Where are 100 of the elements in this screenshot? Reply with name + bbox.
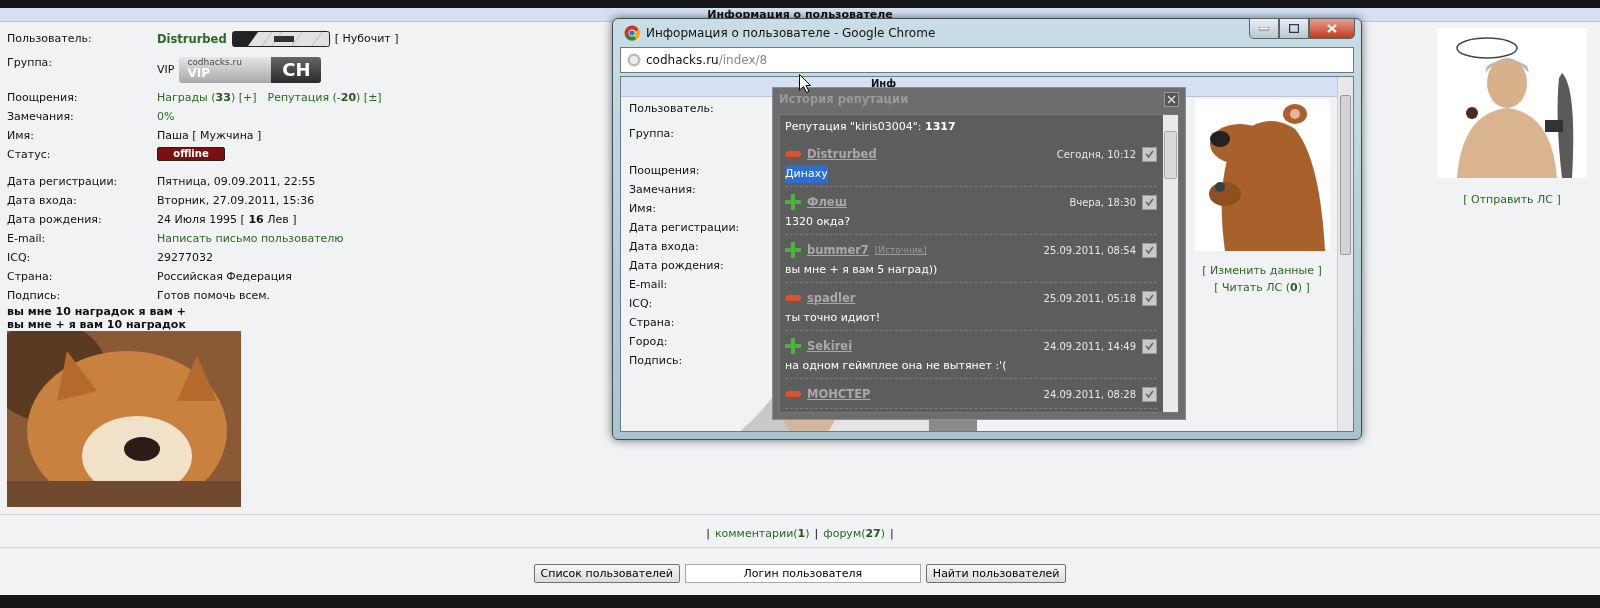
field-value: Вторник, 27.09.2011, 15:36 bbox=[157, 193, 315, 209]
field-label: Замечания: bbox=[629, 182, 696, 198]
comment-text: 1320 окда? bbox=[785, 214, 851, 230]
minus-icon bbox=[785, 391, 801, 397]
field-label: Дата рождения: bbox=[7, 212, 103, 228]
minus-icon bbox=[785, 151, 801, 157]
date-text: 24.09.2011, 14:49 bbox=[1043, 340, 1136, 352]
maximize-icon bbox=[1289, 24, 1299, 33]
separator-text: | bbox=[890, 526, 894, 540]
field-label: Подпись: bbox=[7, 288, 62, 304]
find-users-button[interactable]: Найти пользователей bbox=[925, 564, 1067, 583]
checkbox[interactable] bbox=[1142, 338, 1157, 354]
cursor-icon bbox=[799, 74, 811, 93]
date-text: 25.09.2011, 05:18 bbox=[1043, 292, 1136, 304]
field-label: Пользователь: bbox=[629, 101, 714, 117]
checkbox[interactable] bbox=[1142, 146, 1157, 162]
field-label: Город: bbox=[629, 334, 668, 350]
field-label: Страна: bbox=[7, 269, 54, 285]
profile-link[interactable]: [ Изменить данные ] bbox=[1202, 262, 1322, 279]
close-icon bbox=[1327, 24, 1337, 33]
page-title: Информация о пользователе bbox=[707, 8, 893, 21]
field-value: Готов помочь всем. bbox=[157, 288, 271, 304]
footer-link[interactable]: форум(27) bbox=[823, 526, 886, 540]
footer-link[interactable]: комментарии(1) bbox=[714, 526, 810, 540]
field-label: Поощрения: bbox=[7, 90, 79, 106]
field-label: ICQ: bbox=[7, 250, 32, 266]
signature-text: вы мне 10 наградок я вам + bbox=[7, 305, 186, 318]
badge-label: VIP bbox=[187, 67, 211, 79]
profile-link[interactable]: Написать письмо пользователю bbox=[157, 229, 344, 248]
field-label: Имя: bbox=[629, 201, 656, 217]
check-icon bbox=[1145, 342, 1154, 350]
address-bar[interactable]: codhacks.ru/index/8 bbox=[620, 47, 1354, 73]
reputation-summary: Репутация "kiris03004": 1317 bbox=[785, 119, 957, 135]
profile-link[interactable]: 0% bbox=[157, 107, 175, 126]
status-badge: offline bbox=[157, 147, 225, 161]
page-title: Инф bbox=[871, 78, 897, 89]
checkbox[interactable] bbox=[1142, 242, 1157, 258]
check-icon bbox=[1145, 150, 1154, 158]
separator-text: | bbox=[706, 526, 710, 540]
checkbox[interactable] bbox=[1142, 386, 1157, 402]
field-value: Пятница, 09.09.2011, 22:55 bbox=[157, 174, 316, 190]
badge-caption: codhacks.ru bbox=[187, 56, 243, 68]
close-button[interactable] bbox=[1164, 91, 1179, 107]
minimize-icon bbox=[1259, 26, 1269, 31]
window-title: Информация о пользователе - Google Chrome bbox=[646, 26, 936, 40]
awards-link[interactable]: Награды (33) [+] bbox=[157, 88, 257, 107]
maximize-button[interactable] bbox=[1279, 18, 1309, 39]
browser-logo-icon bbox=[624, 25, 640, 41]
field-label: ICQ: bbox=[629, 296, 653, 312]
reputation-link[interactable]: Репутация (-20) [±] bbox=[267, 88, 382, 107]
signature-text: вы мне + я вам 10 наградок bbox=[7, 318, 186, 331]
comment-text: ты точно идиот! bbox=[785, 310, 881, 326]
date-text: Вчера, 18:30 bbox=[1069, 196, 1136, 208]
profile-link[interactable]: [ Читать ЛС (0) ] bbox=[1214, 279, 1310, 296]
field-value: 24 Июля 1995 [ 16 Лев ] bbox=[157, 212, 297, 228]
field-label: E-mail: bbox=[7, 231, 47, 247]
field-value: Паша [ Мужчина ] bbox=[157, 128, 262, 144]
field-label: Замечания: bbox=[7, 109, 75, 125]
field-label: Группа: bbox=[7, 55, 54, 71]
field-label: Дата входа: bbox=[7, 193, 78, 209]
url-text: codhacks.ru/index/8 bbox=[646, 53, 768, 67]
username: Distrurbed bbox=[157, 31, 227, 48]
field-label: Подпись: bbox=[629, 353, 683, 369]
close-button[interactable] bbox=[1309, 18, 1355, 39]
user-list-button[interactable]: Список пользователей bbox=[533, 564, 680, 583]
comment-text: Динаху bbox=[785, 165, 828, 183]
field-label: Поощрения: bbox=[629, 163, 700, 179]
date-text: 24.09.2011, 08:28 bbox=[1043, 388, 1136, 400]
checkbox[interactable] bbox=[1142, 194, 1157, 210]
field-label: Статус: bbox=[7, 147, 52, 163]
rank-title: [ Нубочит ] bbox=[334, 31, 399, 47]
field-label: Имя: bbox=[7, 128, 35, 144]
comment-text: вы мне + я вам 5 наград)) bbox=[785, 262, 938, 278]
minimize-button[interactable] bbox=[1249, 18, 1279, 39]
globe-icon bbox=[627, 53, 641, 67]
check-icon bbox=[1145, 198, 1154, 206]
scrollbar[interactable] bbox=[1337, 77, 1353, 431]
field-label: Дата входа: bbox=[629, 239, 699, 255]
field-label: Дата регистрации: bbox=[7, 174, 119, 190]
close-icon bbox=[1167, 94, 1176, 104]
check-icon bbox=[1145, 390, 1154, 398]
checkbox[interactable] bbox=[1142, 290, 1157, 306]
group-name: VIP bbox=[157, 62, 175, 78]
plus-icon bbox=[785, 242, 801, 258]
login-field[interactable]: Логин пользователя bbox=[684, 564, 921, 583]
check-icon bbox=[1145, 246, 1154, 254]
field-label: Дата рождения: bbox=[629, 258, 724, 274]
minus-icon bbox=[785, 295, 801, 301]
field-label: Пользователь: bbox=[7, 31, 93, 47]
send-message-link[interactable]: [ Отправить ЛС ] bbox=[1463, 193, 1561, 206]
plus-icon bbox=[785, 194, 801, 210]
field-label: E-mail: bbox=[629, 277, 668, 293]
rank-bar-icon bbox=[231, 31, 330, 47]
comment-text: на одном геймплее она не вытянет :'( bbox=[785, 358, 1007, 374]
plus-icon bbox=[785, 338, 801, 354]
separator-text: | bbox=[814, 526, 819, 540]
check-icon bbox=[1145, 294, 1154, 302]
field-value: 29277032 bbox=[157, 250, 213, 266]
field-label: Группа: bbox=[629, 126, 675, 142]
scrollbar[interactable] bbox=[1163, 115, 1178, 412]
